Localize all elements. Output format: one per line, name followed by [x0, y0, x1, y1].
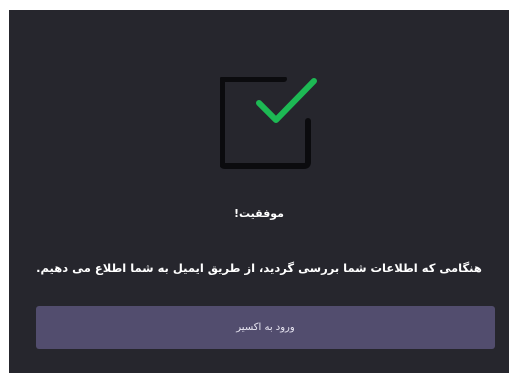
success-dialog: موفقیت! هنگامی که اطلاعات شما بررسی گردی…: [9, 10, 509, 373]
checkbox-check-icon: [220, 77, 320, 169]
login-button[interactable]: ورود به اکسیر: [36, 306, 495, 349]
dialog-message: هنگامی که اطلاعات شما بررسی گردید، از طر…: [36, 261, 482, 275]
dialog-title: موفقیت!: [234, 207, 284, 220]
